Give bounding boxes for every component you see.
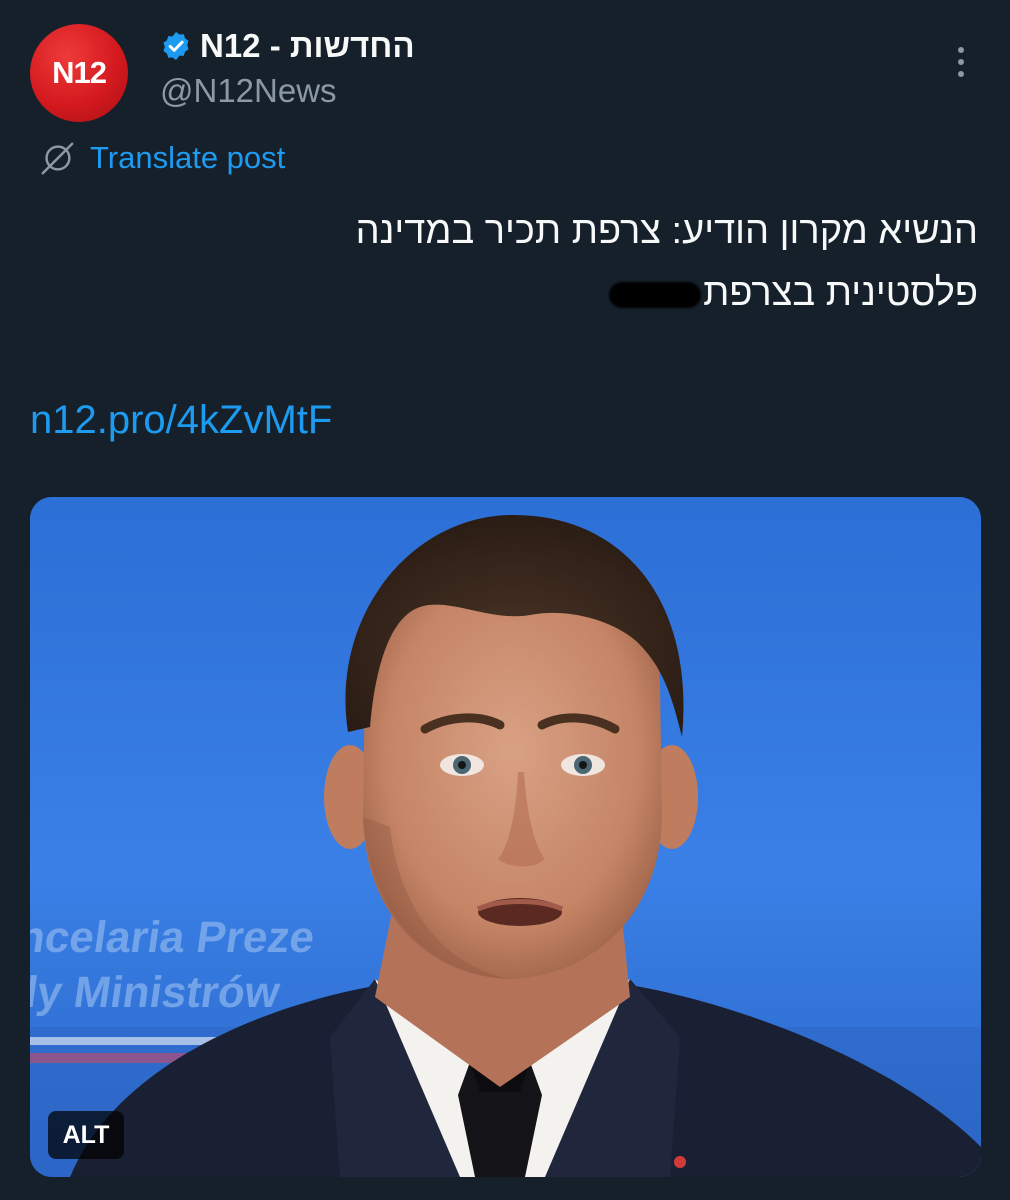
avatar[interactable]: N12 [30,24,128,122]
verified-badge-icon [163,32,189,60]
tweet-link[interactable]: n12.pro/4kZvMtF [30,398,332,443]
more-options-button[interactable] [940,40,982,84]
redaction-mark [609,281,702,308]
user-handle[interactable]: @N12News [160,72,337,110]
tweet-text-line-2-wrapper: פלסטינית בצרפת [38,262,978,324]
author-name-row[interactable]: N12 - החדשות [160,24,415,68]
more-vertical-icon-dot [958,59,964,65]
globe-translate-icon [41,142,74,175]
background-sign-text-2: Rady Ministrów [30,968,283,1017]
media-image[interactable]: Kancelaria Preze Rady Ministrów ALT [30,497,981,1177]
portrait-photo: Kancelaria Preze Rady Ministrów [30,497,981,1177]
alt-text-badge[interactable]: ALT [48,1111,124,1159]
background-sign-text-1: Kancelaria Preze [30,913,318,962]
more-vertical-icon-dot [958,71,964,77]
translate-post-label: Translate post [90,140,286,175]
more-vertical-icon [958,47,964,53]
display-name: N12 - החדשות [200,27,415,64]
translate-post-button[interactable]: Translate post [38,136,285,180]
tweet-text-line-2: פלסטינית בצרפת [703,272,978,314]
tweet-text: הנשיא מקרון הודיע: צרפת תכיר במדינה פלסט… [38,200,978,324]
tweet-text-line-1: הנשיא מקרון הודיע: צרפת תכיר במדינה [355,210,978,252]
avatar-logo-text: N12 [52,55,107,90]
